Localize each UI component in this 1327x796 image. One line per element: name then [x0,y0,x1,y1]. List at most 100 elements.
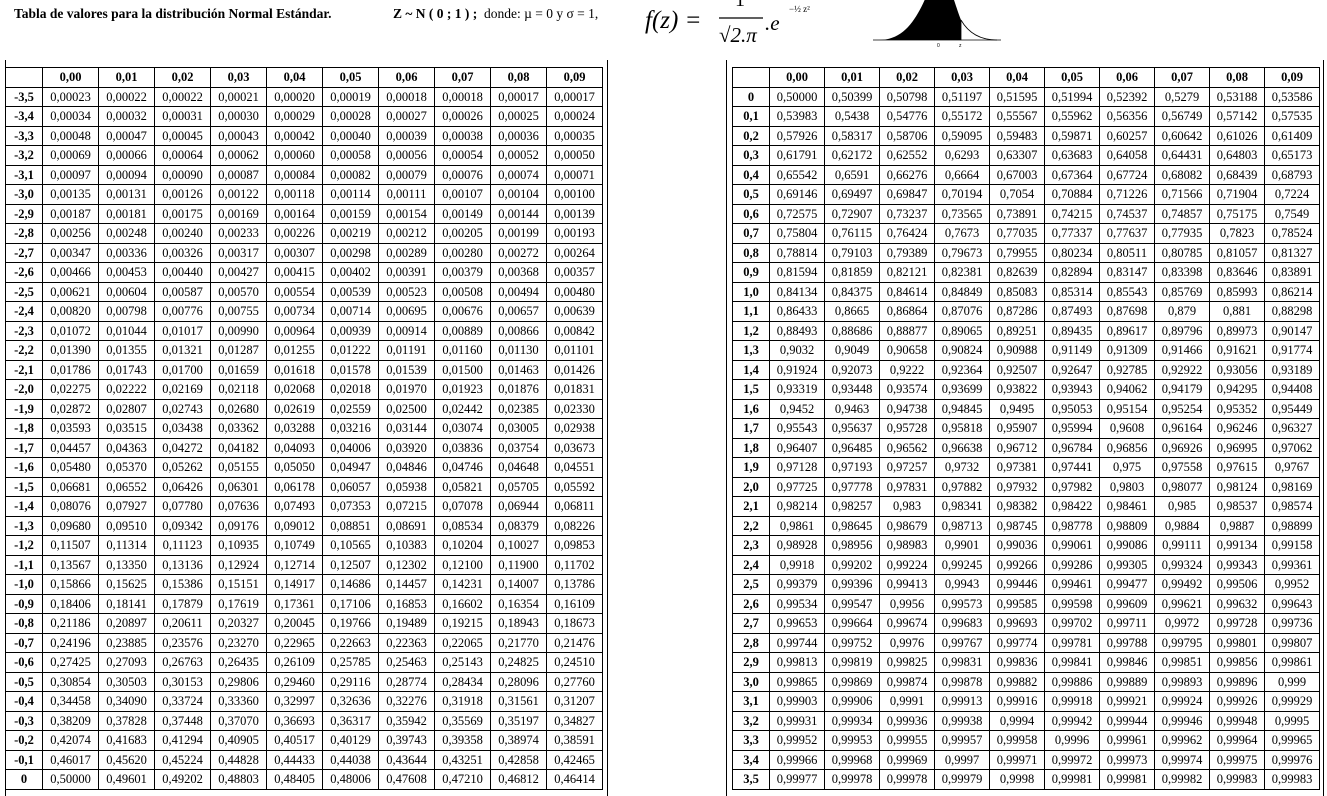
table-cell: 0,94295 [1209,379,1265,400]
table-cell: 0,99202 [824,554,880,575]
table-row: 0,3 0,61791 0,62172 0,62552 0,6293 0,63307 0,6… [732,145,1320,166]
table-cell: 0,69146 [769,184,825,205]
table-cell: 0,00050 [546,145,603,166]
table-cell: 0,63683 [1044,145,1100,166]
table-cell: 0,89065 [934,320,990,341]
table-cell: 0,99929 [1264,691,1320,712]
table-cell: 0,50399 [824,86,880,107]
table-cell: 0,03515 [98,418,155,439]
row-header: 2,4 [732,554,770,575]
table-cell: 0,42465 [546,749,603,770]
table-cell: 0,98956 [824,535,880,556]
table-cell: 0,83147 [1099,262,1155,283]
table-cell: 0,15866 [42,574,99,595]
table-cell: 0,19489 [378,613,435,634]
table-cell: 0,06811 [546,496,603,517]
table-cell: 0,01700 [154,359,211,380]
table-cell: 0,00734 [266,301,323,322]
row-header: -0,6 [5,652,43,673]
table-cell: 0,09680 [42,515,99,536]
table-row: -0,2 0,42074 0,41683 0,41294 0,40905 0,40517 0… [5,730,603,751]
table-cell: 0,91309 [1099,340,1155,361]
row-header: -0,9 [5,593,43,614]
table-cell: 0,99534 [769,593,825,614]
row-header: -1,8 [5,418,43,439]
row-header: 3,0 [732,671,770,692]
table-cell: 0,17619 [210,593,267,614]
table-cell: 0,02743 [154,398,211,419]
table-cell: 0,12302 [378,554,435,575]
table-cell: 0,99957 [934,730,990,751]
table-cell: 0,24510 [546,652,603,673]
table-cell: 0,87076 [934,301,990,322]
row-header: 1,5 [732,379,770,400]
table-row: 0,2 0,57926 0,58317 0,58706 0,59095 0,59483 0,… [732,125,1320,146]
table-cell: 0,9972 [1154,613,1210,634]
table-cell: 0,98928 [769,535,825,556]
column-header: 0,07 [434,67,491,88]
table-cell: 0,02330 [546,398,603,419]
table-cell: 0,37828 [98,710,155,731]
table-cell: 0,78814 [769,242,825,263]
table-cell: 0,00256 [42,223,99,244]
formula-exponent: −½ z² [789,4,810,14]
table-cell: 0,30153 [154,671,211,692]
table-cell: 0,01659 [210,359,267,380]
table-cell: 0,01500 [434,359,491,380]
table-cell: 0,00043 [210,125,267,146]
column-header: 0,01 [98,67,155,88]
table-cell: 0,00030 [210,106,267,127]
table-cell: 0,29806 [210,671,267,692]
table-header-row: 0,00 0,01 0,02 0,03 0,04 0,05 0,06 0,07 0,08 0,09 [5,67,603,88]
table-cell: 0,86864 [879,301,935,322]
table-cell: 0,01017 [154,320,211,341]
table-cell: 0,00205 [434,223,491,244]
table-cell: 0,55567 [989,106,1045,127]
normal-curve-icon: 0 z [873,0,1001,48]
table-cell: 0,21186 [42,613,99,634]
table-cell: 0,02619 [266,398,323,419]
table-cell: 0,99396 [824,574,880,595]
table-cell: 0,99948 [1209,710,1265,731]
table-cell: 0,01287 [210,340,267,361]
table-cell: 0,99918 [1044,691,1100,712]
table-cell: 0,84849 [934,281,990,302]
table-cell: 0,84375 [824,281,880,302]
table-cell: 0,00131 [98,184,155,205]
table-cell: 0,93943 [1044,379,1100,400]
table-cell: 0,00187 [42,203,99,224]
table-cell: 0,38209 [42,710,99,731]
table-cell: 0,93056 [1209,359,1265,380]
table-cell: 0,27093 [98,652,155,673]
table-cell: 0,83891 [1264,262,1320,283]
table-cell: 0,9032 [769,340,825,361]
table-cell: 0,57535 [1264,106,1320,127]
table-cell: 0,71566 [1154,184,1210,205]
page-header: Tabla de valores para la distribución No… [0,0,1327,60]
table-cell: 0,00990 [210,320,267,341]
table-cell: 0,99972 [1044,749,1100,770]
table-cell: 0,89617 [1099,320,1155,341]
table-cell: 0,11314 [98,535,155,556]
table-cell: 0,98422 [1044,496,1100,517]
table-cell: 0,95254 [1154,398,1210,419]
table-cell: 0,99266 [989,554,1045,575]
table-cell: 0,98077 [1154,476,1210,497]
table-cell: 0,01222 [322,340,379,361]
negative-z-table: 0,00 0,01 0,02 0,03 0,04 0,05 0,06 0,07 0,08 0,09… [5,67,603,790]
distribution-notation: Z ~ N ( 0 ; 1 ) ; [393,6,478,21]
table-cell: 0,02018 [322,379,379,400]
table-row: -1,2 0,11507 0,11314 0,11123 0,10935 0,10749 0… [5,535,603,556]
row-header: 1,6 [732,398,770,419]
table-cell: 0,27425 [42,652,99,673]
table-cell: 0,42858 [490,749,547,770]
positive-z-table: 0,00 0,01 0,02 0,03 0,04 0,05 0,06 0,07 0,08 0,09… [732,67,1320,790]
table-row: 3,0 0,99865 0,99869 0,99874 0,99878 0,99882 0,… [732,671,1320,692]
table-cell: 0,67003 [989,164,1045,185]
table-cell: 0,99343 [1209,554,1265,575]
table-cell: 0,23885 [98,632,155,653]
table-cell: 0,99621 [1154,593,1210,614]
table-cell: 0,00082 [322,164,379,185]
row-header: -0,7 [5,632,43,653]
table-cell: 0,9767 [1264,457,1320,478]
